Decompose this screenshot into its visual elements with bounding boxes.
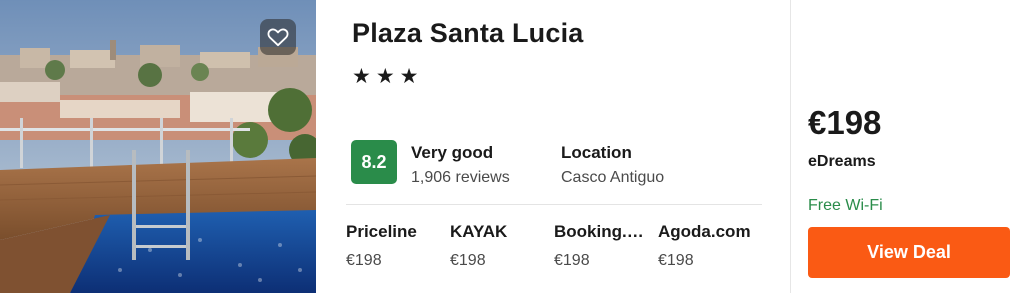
best-deal-panel: €198 eDreams Free Wi-Fi View Deal xyxy=(791,0,1024,293)
provider-kayak[interactable]: KAYAK €198 xyxy=(450,222,550,270)
provider-name: KAYAK xyxy=(450,222,508,241)
provider-price: €198 xyxy=(346,252,382,269)
heart-icon xyxy=(267,28,289,47)
provider-priceline[interactable]: Priceline €198 xyxy=(346,222,446,270)
provider-price: €198 xyxy=(658,252,694,269)
provider-name: Priceline xyxy=(346,222,417,241)
rating-label: Very good xyxy=(411,143,494,162)
section-divider xyxy=(346,204,762,205)
hotel-result-card: Plaza Santa Lucia ★★★ 8.2 Very good 1,90… xyxy=(0,0,1024,293)
star-rating: ★★★ xyxy=(352,65,424,88)
provider-price: €198 xyxy=(554,252,590,269)
location-value: Casco Antiguo xyxy=(561,169,665,186)
review-count[interactable]: 1,906 reviews xyxy=(411,169,510,187)
hotel-photo[interactable] xyxy=(0,0,316,293)
provider-name: Booking.com xyxy=(554,222,650,241)
view-deal-button[interactable]: View Deal xyxy=(808,227,1010,278)
favorite-button[interactable] xyxy=(260,19,296,55)
provider-agoda[interactable]: Agoda.com €198 xyxy=(658,222,758,270)
score-badge: 8.2 xyxy=(351,140,397,184)
hotel-info: Plaza Santa Lucia ★★★ 8.2 Very good 1,90… xyxy=(316,0,790,293)
provider-booking[interactable]: Booking.com €198 xyxy=(554,222,654,270)
deal-site: eDreams xyxy=(808,153,876,170)
location-label: Location xyxy=(561,143,632,162)
provider-name: Agoda.com xyxy=(658,222,751,241)
provider-price: €198 xyxy=(450,252,486,269)
hotel-name[interactable]: Plaza Santa Lucia xyxy=(352,18,584,49)
deal-price: €198 xyxy=(808,104,882,141)
amenity-text: Free Wi-Fi xyxy=(808,197,883,214)
